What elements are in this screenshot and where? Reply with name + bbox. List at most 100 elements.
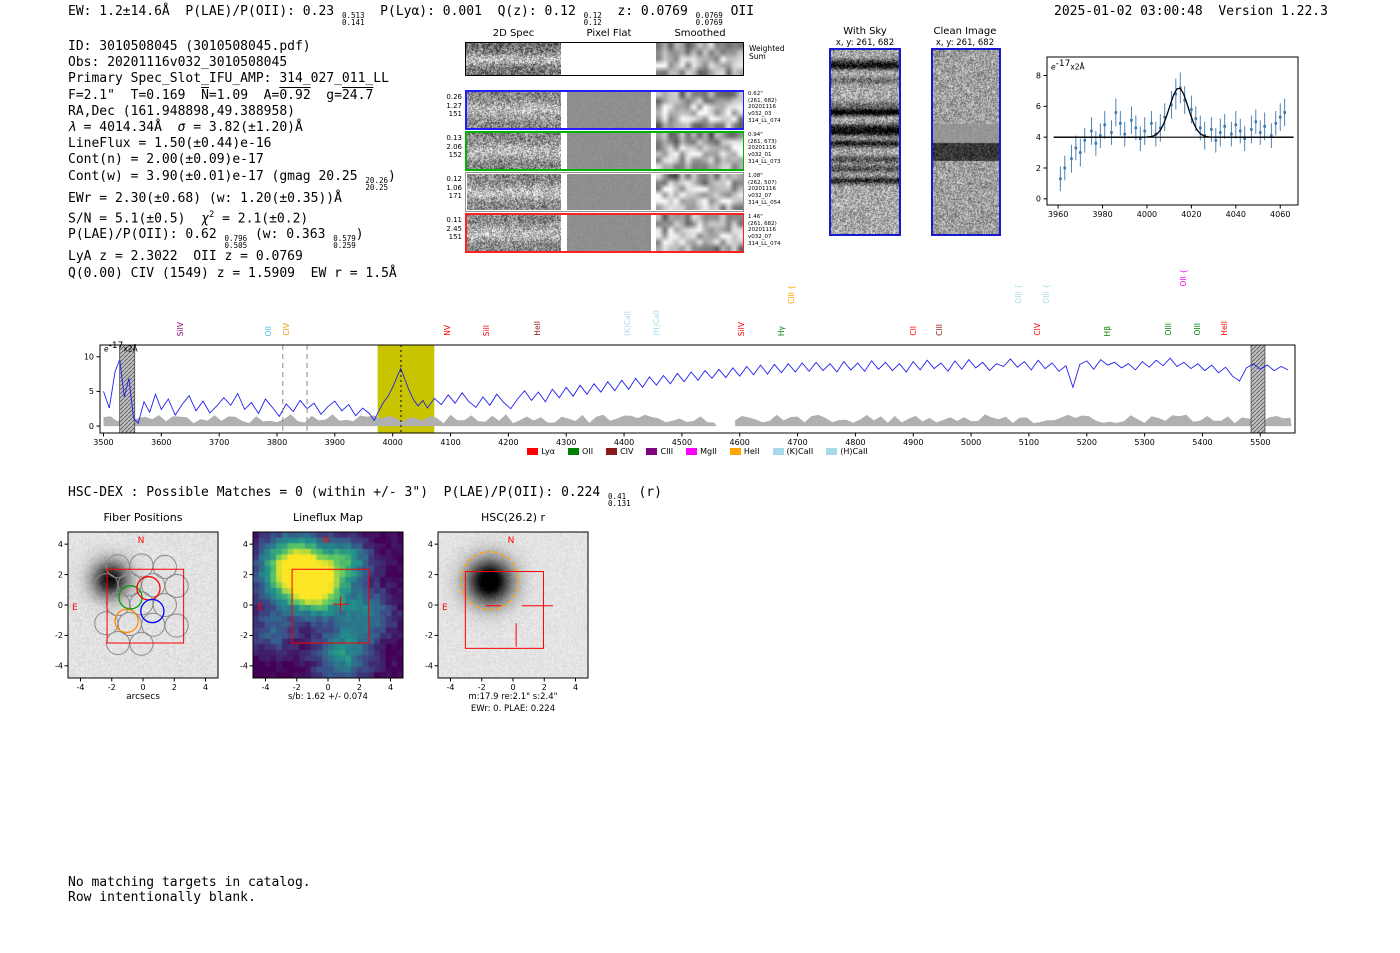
compass-east-label: E [257, 603, 263, 613]
tick-label: 4 [243, 540, 248, 549]
zoom-unit-label: e-17x2Å [1051, 59, 1085, 72]
emission-line-label: HeII [1220, 321, 1229, 336]
info-line: Primary Spec_Slot_IFU_AMP: 314_027_011_L… [68, 71, 397, 87]
emission-line-label: OIII { [1042, 284, 1051, 304]
lineflux-map-axes: -4-2024-4-2024NE [225, 524, 437, 700]
hsc-title: HSC(26.2) r [438, 511, 588, 524]
info-line: Cont(w) = 3.90(±0.01)e-17 (gmag 20.25 20… [68, 169, 397, 191]
legend-swatch [646, 448, 657, 455]
legend-swatch [686, 448, 697, 455]
tick-label: 3980 [1092, 210, 1112, 219]
legend-item: CIV [606, 447, 633, 456]
fiber-positions-axes: -4-2024-4-2024NE [40, 524, 252, 700]
data-point [1239, 130, 1242, 133]
emission-line-label: NV [443, 325, 452, 336]
data-point [1259, 131, 1262, 134]
masked-region [120, 345, 135, 433]
data-point [1223, 125, 1226, 128]
tick-label: 2 [357, 683, 362, 692]
tick-label: 4700 [787, 438, 807, 447]
legend-item: CIII [646, 447, 673, 456]
cutout-right-labels: 1.46"(261, 682)20201116v032_07314_LL_074 [748, 214, 781, 248]
tick-label: 4 [58, 540, 63, 549]
tick-label: 5100 [1019, 438, 1039, 447]
tick-label: 0 [428, 601, 433, 610]
tick-label: -4 [55, 662, 63, 671]
legend-item: Lyα [527, 447, 555, 456]
2d-spec-image-row2 [467, 133, 561, 169]
tick-label: 0 [243, 601, 248, 610]
legend-swatch [606, 448, 617, 455]
aperture-square [292, 569, 369, 643]
spectrum-line [104, 358, 1289, 423]
tick-label: 0 [58, 601, 63, 610]
2d-spec-image-row3 [467, 174, 561, 210]
data-point [1150, 122, 1153, 125]
masked-region [1251, 345, 1265, 433]
emission-line-label: OIII { [1014, 284, 1023, 304]
data-point [1254, 120, 1257, 123]
cutout-left-labels: 0.261.27151 [420, 93, 462, 119]
emission-line-label: CIII { [787, 285, 796, 304]
legend-item: (H)CaII [826, 447, 867, 456]
2d-spec-image-row4 [467, 215, 561, 251]
tick-label: 2 [428, 570, 433, 579]
tick-label: 3960 [1048, 210, 1068, 219]
tick-label: 2 [172, 683, 177, 692]
cutout-right-labels: 0.62"(261, 682)20201116v032_03314_LL_074 [748, 91, 781, 125]
smoothed-image-row3 [656, 174, 743, 210]
tick-label: -4 [77, 683, 85, 692]
tick-label: 5400 [1192, 438, 1212, 447]
compass-east-label: E [72, 603, 78, 613]
hsc-dex-line: HSC-DEX : Possible Matches = 0 (within +… [68, 485, 662, 507]
plot-border [438, 532, 588, 678]
tick-label: 4060 [1270, 210, 1290, 219]
emission-line-label: HeII [533, 321, 542, 336]
tick-label: 5300 [1134, 438, 1154, 447]
tick-label: 5000 [961, 438, 981, 447]
header-summary: EW: 1.2±14.6Å P(LAE)/P(OII): 0.23 0.5130… [68, 4, 754, 26]
error-band [735, 414, 1291, 426]
footer-line-2: Row intentionally blank. [68, 890, 256, 906]
col-title-2d-spec: 2D Spec [465, 28, 562, 39]
info-line: EWr = 2.30(±0.68) (w: 1.20(±0.35))Å [68, 191, 397, 207]
emission-line-label: SiIV [176, 322, 185, 336]
tick-label: 4000 [382, 438, 402, 447]
emission-line-label: OIII [1193, 323, 1202, 336]
legend-item: OII [568, 447, 593, 456]
data-point [1119, 122, 1122, 125]
spectrum-legend: LyαOIICIVCIIIMgIIHeII(K)CaII(H)CaII [100, 447, 1295, 456]
hsc-image-axes: -4-2024-4-2024NE [410, 524, 622, 700]
emission-line-label: OII { [1179, 269, 1188, 286]
data-point [1063, 167, 1066, 170]
tick-label: 8 [1036, 71, 1041, 80]
emission-line-label: SiIV [737, 322, 746, 336]
tick-label: 10 [84, 353, 94, 362]
lineflux-map-title: Lineflux Map [253, 511, 403, 524]
tick-label: 4040 [1226, 210, 1246, 219]
legend-item: MgII [686, 447, 717, 456]
tick-label: 4800 [845, 438, 865, 447]
tick-label: 3800 [267, 438, 287, 447]
tick-label: 4400 [614, 438, 634, 447]
data-point [1190, 108, 1193, 111]
smoothed-image-row1 [656, 92, 743, 128]
data-point [1075, 147, 1078, 150]
weighted-sum-label: WeightedSum [749, 45, 785, 61]
tick-label: 4600 [730, 438, 750, 447]
tick-label: -4 [447, 683, 455, 692]
legend-swatch [773, 448, 784, 455]
tick-label: 0 [89, 422, 94, 431]
data-point [1195, 117, 1198, 120]
with-sky-image [831, 50, 899, 234]
data-point [1070, 157, 1073, 160]
data-point [1130, 119, 1133, 122]
tick-label: 0 [1036, 195, 1041, 204]
info-line: Cont(n) = 2.00(±0.09)e-17 [68, 152, 397, 168]
tick-label: 3900 [325, 438, 345, 447]
footer-line-1: No matching targets in catalog. [68, 875, 311, 891]
data-point [1263, 125, 1266, 128]
aperture-square [465, 572, 543, 649]
fiber-circle [130, 632, 153, 655]
tick-label: 0 [140, 683, 145, 692]
